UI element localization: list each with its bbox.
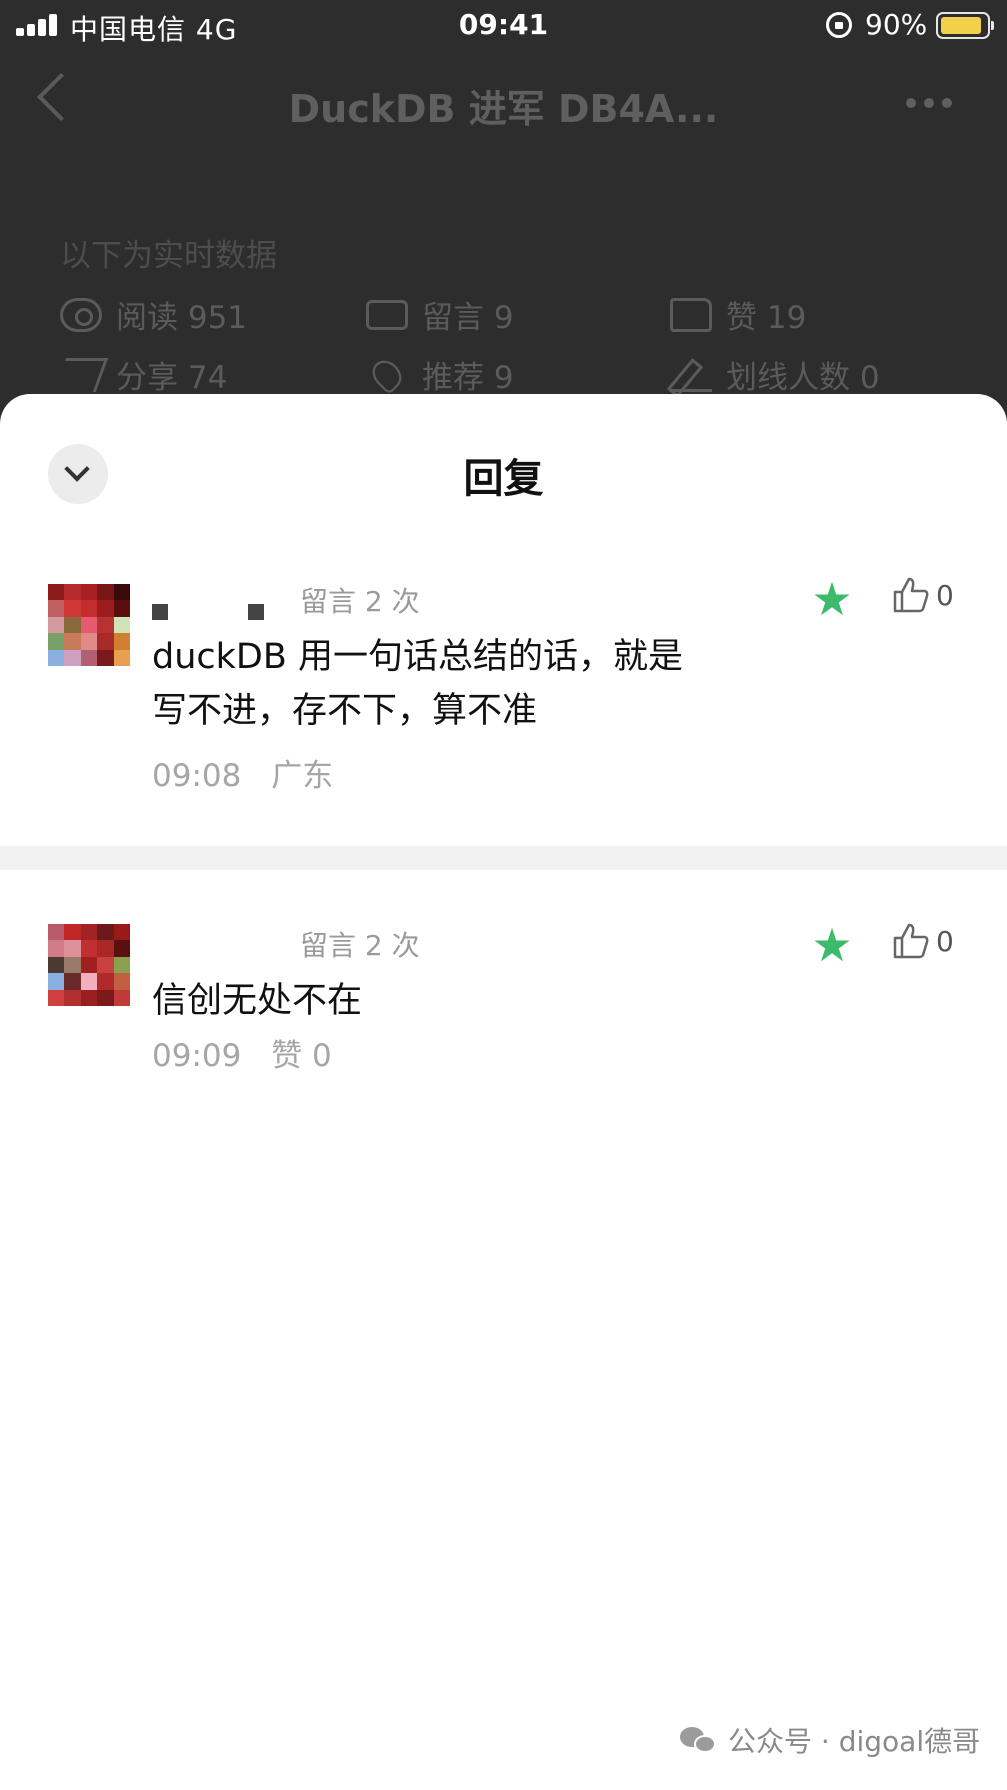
eye-icon [60,297,102,332]
stat-comments-label: 留言 9 [422,300,514,336]
message-count: 留言 2 次 [300,585,420,618]
avatar [48,584,130,666]
star-icon[interactable]: ★ [810,576,854,622]
comment-meta: 09:09 赞 0 [152,1030,332,1075]
share-icon [53,357,109,392]
page-title: DuckDB 进军 DB4A... [288,87,719,131]
clock: 09:41 [458,8,549,41]
stat-highlights: 划线人数 0 [670,352,880,397]
stat-likes: 赞 19 [670,292,806,337]
stat-shares: 分享 74 [53,352,228,397]
comment-text: 信创无处不在 [152,974,712,1028]
comment-time: 09:08 [152,758,242,794]
stat-reads-label: 阅读 951 [116,300,248,336]
comment-time: 09:09 [152,1038,242,1074]
sheet-title: 回复 [463,456,544,502]
thumbs-up-icon [893,923,929,959]
wechat-icon [680,1725,718,1755]
comment-meta: 09:08 广东 [152,750,333,795]
avatar [48,924,130,1006]
thumbs-up-icon [893,577,929,613]
like-button[interactable]: 0 [892,576,954,614]
stat-comments: 留言 9 [366,292,514,337]
thumbs-up-icon [670,297,712,332]
watermark: 公众号 · digoal德哥 [680,1720,980,1760]
comment-text-line: 写不进，存不下，算不准 [152,691,538,731]
battery-fill [941,17,981,34]
comment-location: 广东 [271,758,334,794]
star-icon[interactable]: ★ [810,922,854,968]
battery-icon [936,12,994,39]
like-count: 0 [936,578,954,612]
stat-recommends: 推荐 9 [366,352,514,397]
more-options-icon[interactable] [906,98,952,108]
status-bar: 中国电信 4G 09:41 90% [0,0,1007,50]
reply-sheet: 回复 留言 2 次 duckDB 用一句话总结的话，就是 写不进，存不下，算不准… [0,394,1007,1790]
redacted-name-block [248,604,264,620]
comment-text-line: 信创无处不在 [152,981,363,1021]
comment-text: duckDB 用一句话总结的话，就是 写不进，存不下，算不准 [152,630,712,738]
like-button[interactable]: 0 [892,922,954,960]
comment-text-line: duckDB 用一句话总结的话，就是 [152,637,683,677]
comment-like-label: 赞 0 [271,1038,332,1074]
stat-likes-label: 赞 19 [726,300,807,336]
stat-reads: 阅读 951 [60,292,247,337]
battery-percent: 90% [865,8,928,41]
article-stats-background: 中国电信 4G 09:41 90% DuckDB 进军 DB4A... 以下为实… [0,0,1007,420]
stat-recommends-label: 推荐 9 [422,360,514,396]
back-icon[interactable] [36,72,86,122]
heart-icon [366,354,408,395]
pen-icon [670,358,712,392]
like-count: 0 [936,924,954,958]
watermark-text: 公众号 · digoal德哥 [728,1725,981,1758]
comment-bubble-icon [366,299,408,330]
stats-caption: 以下为实时数据 [60,238,277,274]
divider [0,846,1007,870]
message-count: 留言 2 次 [300,929,420,962]
stat-shares-label: 分享 74 [116,360,228,396]
rotation-lock-icon [826,12,852,38]
stat-highlights-label: 划线人数 0 [726,360,880,396]
redacted-name-block [152,604,168,620]
